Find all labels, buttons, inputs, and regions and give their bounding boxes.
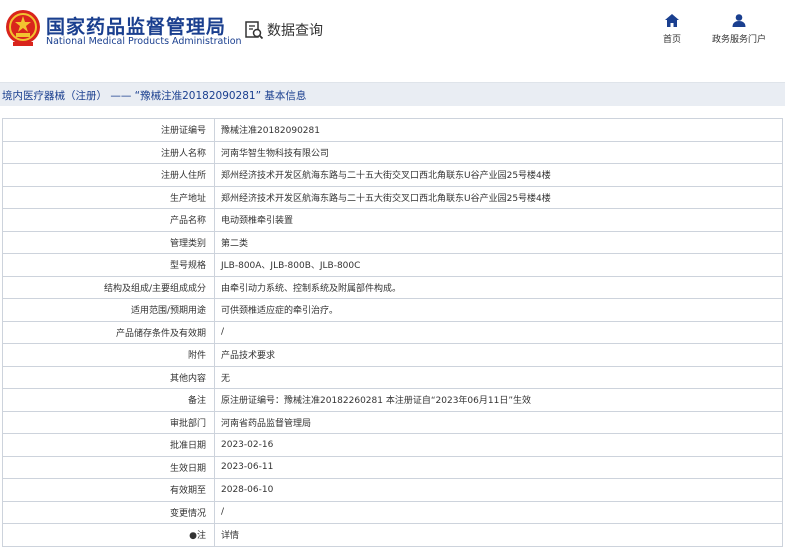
user-icon xyxy=(732,14,746,27)
table-row: 其他内容无 xyxy=(2,365,783,389)
field-label: 型号规格 xyxy=(2,253,215,277)
breadcrumb: 境内医疗器械（注册） —— “豫械注准20182090281” 基本信息 xyxy=(2,90,307,102)
table-row: 批准日期 2023-02-16 xyxy=(2,433,783,457)
field-value: 原注册证编号：豫械注准20182260281 本注册证自“2023年06月11日… xyxy=(214,388,783,412)
table-row: 管理类别 第二类 xyxy=(2,230,783,254)
field-value: 2023-02-16 xyxy=(214,433,783,457)
field-value: 郑州经济技术开发区航海东路与二十五大街交叉口西北角联东U谷产业园25号楼4楼 xyxy=(214,185,783,209)
nav-home[interactable]: 首页 xyxy=(658,14,686,45)
data-query-label: 数据查询 xyxy=(267,23,323,39)
field-label: 审批部门 xyxy=(2,410,215,434)
table-row: 结构及组成/主要组成成分 由牵引动力系统、控制系统及附属部件构成。 xyxy=(2,275,783,299)
field-value: 无 xyxy=(214,365,783,389)
field-value: 2023-06-11 xyxy=(214,455,783,479)
table-row: 生效日期 2023-06-11 xyxy=(2,455,783,479)
table-row: 有效期至 2028-06-10 xyxy=(2,478,783,502)
field-label: 产品储存条件及有效期 xyxy=(2,320,215,344)
table-row: 型号规格 JLB-800A、JLB-800B、JLB-800C xyxy=(2,253,783,277)
field-value: 产品技术要求 xyxy=(214,343,783,367)
table-row: 生产地址 郑州经济技术开发区航海东路与二十五大街交叉口西北角联东U谷产业园25号楼… xyxy=(2,185,783,209)
field-label: 生产地址 xyxy=(2,185,215,209)
site-header: 国家药品监督管理局 National Medical Products Admi… xyxy=(0,0,785,68)
field-value: JLB-800A、JLB-800B、JLB-800C xyxy=(214,253,783,277)
field-value: 2028-06-10 xyxy=(214,478,783,502)
table-row: ●注 详情 xyxy=(2,523,783,547)
home-icon xyxy=(665,14,679,27)
field-label: 结构及组成/主要组成成分 xyxy=(2,275,215,299)
field-label: 注册人住所 xyxy=(2,163,215,187)
national-emblem-logo[interactable] xyxy=(4,8,42,48)
field-label: 注册人名称 xyxy=(2,140,215,164)
field-value: 由牵引动力系统、控制系统及附属部件构成。 xyxy=(214,275,783,299)
nav-gov-label: 政务服务门户 xyxy=(711,35,766,45)
breadcrumb-bar: 境内医疗器械（注册） —— “豫械注准20182090281” 基本信息 xyxy=(0,82,785,106)
field-value: / xyxy=(214,320,783,344)
field-value: 电动颈椎牵引装置 xyxy=(214,208,783,232)
data-query-heading[interactable]: 数据查询 xyxy=(244,20,323,40)
table-row: 备注 原注册证编号：豫械注准20182260281 本注册证自“2023年06月1… xyxy=(2,388,783,412)
field-label: 产品名称 xyxy=(2,208,215,232)
field-label: 管理类别 xyxy=(2,230,215,254)
table-row: 注册人名称 河南华智生物科技有限公司 xyxy=(2,140,783,164)
document-search-icon xyxy=(245,21,264,40)
table-row: 产品名称 电动颈椎牵引装置 xyxy=(2,208,783,232)
nav-home-label: 首页 xyxy=(662,35,681,45)
field-value: 可供颈椎适应症的牵引治疗。 xyxy=(214,298,783,322)
field-value: 第二类 xyxy=(214,230,783,254)
field-label: 生效日期 xyxy=(2,455,215,479)
field-label: 批准日期 xyxy=(2,433,215,457)
field-label: 适用范围/预期用途 xyxy=(2,298,215,322)
table-row: 附件 产品技术要求 xyxy=(2,343,783,367)
table-row: 审批部门 河南省药品监督管理局 xyxy=(2,410,783,434)
field-label: 有效期至 xyxy=(2,478,215,502)
brand-subtitle: National Medical Products Administration xyxy=(46,36,242,47)
field-value: / xyxy=(214,500,783,524)
field-value: 郑州经济技术开发区航海东路与二十五大街交叉口西北角联东U谷产业园25号楼4楼 xyxy=(214,163,783,187)
registration-info-table: 注册证编号 豫械注准20182090281 注册人名称 河南华智生物科技有限公司 注册人… xyxy=(2,118,783,547)
nav-gov-portal[interactable]: 政务服务门户 xyxy=(706,14,772,45)
field-label: 附件 xyxy=(2,343,215,367)
table-row: 变更情况 / xyxy=(2,500,783,524)
field-label: ●注 xyxy=(2,523,215,547)
table-row: 产品储存条件及有效期 / xyxy=(2,320,783,344)
details-link[interactable]: 详情 xyxy=(214,523,783,547)
field-value: 河南省药品监督管理局 xyxy=(214,410,783,434)
field-label: 备注 xyxy=(2,388,215,412)
field-label: 变更情况 xyxy=(2,500,215,524)
field-label: 其他内容 xyxy=(2,365,215,389)
brand-title[interactable]: 国家药品监督管理局 xyxy=(46,12,226,39)
table-row: 注册证编号 豫械注准20182090281 xyxy=(2,118,783,142)
field-label: 注册证编号 xyxy=(2,118,215,142)
table-row: 适用范围/预期用途 可供颈椎适应症的牵引治疗。 xyxy=(2,298,783,322)
field-value: 豫械注准20182090281 xyxy=(214,118,783,142)
field-value: 河南华智生物科技有限公司 xyxy=(214,140,783,164)
table-row: 注册人住所 郑州经济技术开发区航海东路与二十五大街交叉口西北角联东U谷产业园25号… xyxy=(2,163,783,187)
